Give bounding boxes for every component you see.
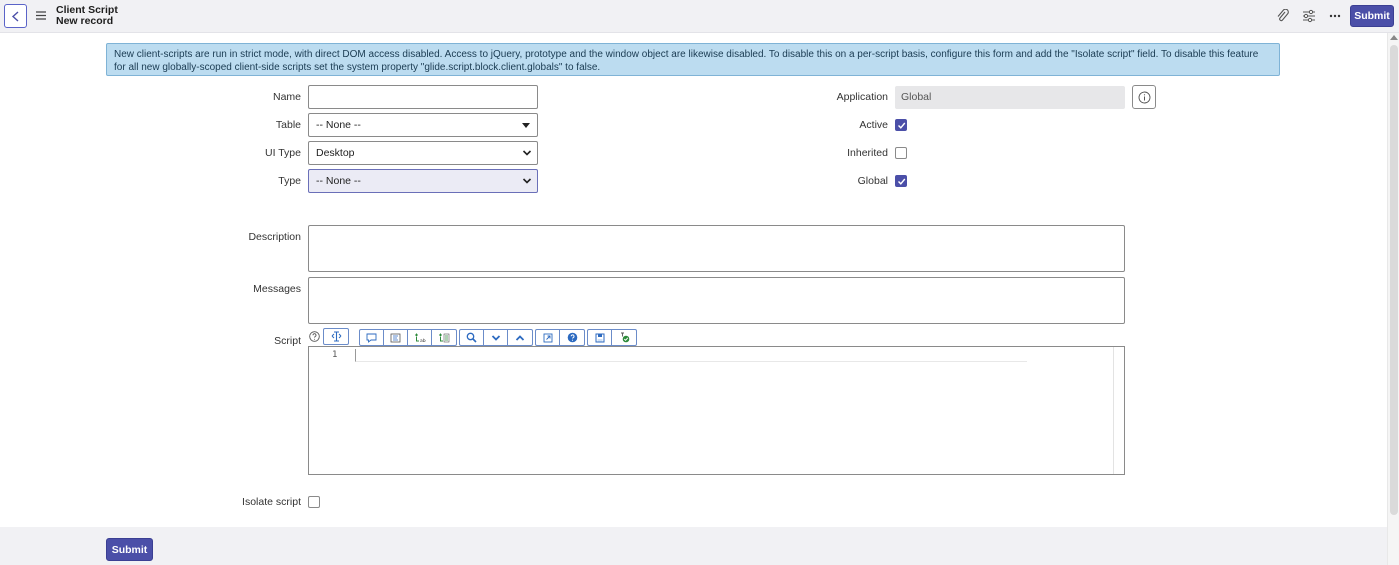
toggle-syntax-icon — [331, 331, 341, 342]
replace-all-button[interactable] — [432, 330, 456, 345]
inherited-checkbox[interactable] — [895, 147, 907, 159]
messages-textarea[interactable] — [308, 277, 1125, 324]
checkmark-icon — [898, 178, 906, 185]
back-button[interactable] — [4, 4, 27, 28]
table-select-value: -- None -- — [316, 119, 361, 131]
format-code-button[interactable] — [384, 330, 408, 345]
description-label: Description — [248, 231, 301, 243]
page-scrollbar[interactable] — [1387, 33, 1399, 565]
format-code-icon — [390, 333, 401, 342]
script-toolbar-group-2: abc — [359, 329, 457, 346]
application-field: Global — [895, 86, 1125, 109]
comment-button[interactable] — [360, 330, 384, 345]
inherited-label: Inherited — [847, 147, 888, 159]
search-button[interactable] — [460, 330, 484, 345]
search-icon — [466, 332, 477, 343]
type-label: Type — [278, 175, 301, 187]
messages-label: Messages — [253, 283, 301, 295]
chevron-left-icon — [11, 11, 19, 22]
script-help-button[interactable] — [560, 330, 584, 345]
save-icon — [595, 333, 604, 342]
settings-sliders-icon[interactable] — [1301, 9, 1317, 23]
active-label: Active — [859, 119, 888, 131]
checkmark-icon — [898, 122, 906, 129]
chevron-down-icon — [522, 150, 532, 156]
scrollbar-thumb[interactable] — [1390, 45, 1398, 515]
type-select-value: -- None -- — [316, 175, 361, 187]
name-label: Name — [272, 91, 301, 103]
ui-type-select[interactable]: Desktop — [308, 141, 538, 165]
application-info-button[interactable] — [1132, 85, 1156, 109]
script-editor[interactable]: 1 — [308, 346, 1125, 475]
isolate-script-checkbox[interactable] — [308, 496, 320, 508]
chevron-down-icon — [522, 178, 532, 184]
script-debugger-button[interactable] — [612, 330, 636, 345]
editor-scrollbar[interactable] — [1113, 347, 1124, 474]
find-previous-button[interactable] — [508, 330, 532, 345]
application-label: Application — [836, 91, 888, 103]
active-line[interactable] — [355, 349, 1027, 362]
script-label: Script — [274, 335, 301, 347]
form-footer — [0, 527, 1387, 565]
submit-button-top[interactable]: Submit — [1350, 5, 1394, 27]
form-header: Client Script New record Submit — [0, 0, 1399, 33]
more-options-icon[interactable] — [1327, 9, 1343, 23]
info-banner: New client-scripts are run in strict mod… — [106, 43, 1280, 76]
submit-button-bottom[interactable]: Submit — [106, 538, 153, 561]
chevron-up-icon — [515, 334, 525, 341]
attachment-icon[interactable] — [1275, 9, 1291, 23]
scroll-up-arrow[interactable] — [1390, 35, 1398, 40]
script-toolbar-group-3 — [459, 329, 533, 346]
dropdown-caret-icon — [522, 123, 530, 128]
script-toolbar-group-1 — [323, 328, 349, 345]
line-number: 1 — [332, 350, 338, 360]
help-circle-icon — [567, 332, 577, 343]
replace-all-icon — [439, 333, 450, 342]
toggle-syntax-button[interactable] — [324, 329, 348, 344]
debugger-check-icon — [620, 332, 629, 343]
save-script-button[interactable] — [588, 330, 612, 345]
ui-type-label: UI Type — [265, 147, 301, 159]
global-checkbox[interactable] — [895, 175, 907, 187]
script-toolbar-group-5 — [587, 329, 637, 346]
global-label: Global — [857, 175, 888, 187]
replace-button[interactable]: abc — [408, 330, 432, 345]
script-toolbar-group-4 — [535, 329, 585, 346]
description-textarea[interactable] — [308, 225, 1125, 272]
name-input[interactable] — [308, 85, 538, 109]
table-label: Table — [275, 119, 301, 131]
isolate-script-label: Isolate script — [242, 496, 301, 508]
find-next-button[interactable] — [484, 330, 508, 345]
chevron-down-icon — [491, 334, 500, 341]
fullscreen-button[interactable] — [536, 330, 560, 345]
table-select[interactable]: -- None -- — [308, 113, 538, 137]
ui-type-select-value: Desktop — [316, 147, 355, 159]
form-subtitle: New record — [56, 15, 114, 27]
type-select[interactable]: -- None -- — [308, 169, 538, 193]
help-icon[interactable] — [309, 331, 320, 342]
hamburger-menu-icon[interactable] — [36, 11, 46, 20]
active-checkbox[interactable] — [895, 119, 907, 131]
expand-icon — [543, 333, 552, 342]
info-icon — [1138, 91, 1151, 104]
comment-icon — [366, 333, 377, 343]
replace-icon: abc — [414, 333, 426, 343]
svg-text:abc: abc — [420, 338, 426, 343]
